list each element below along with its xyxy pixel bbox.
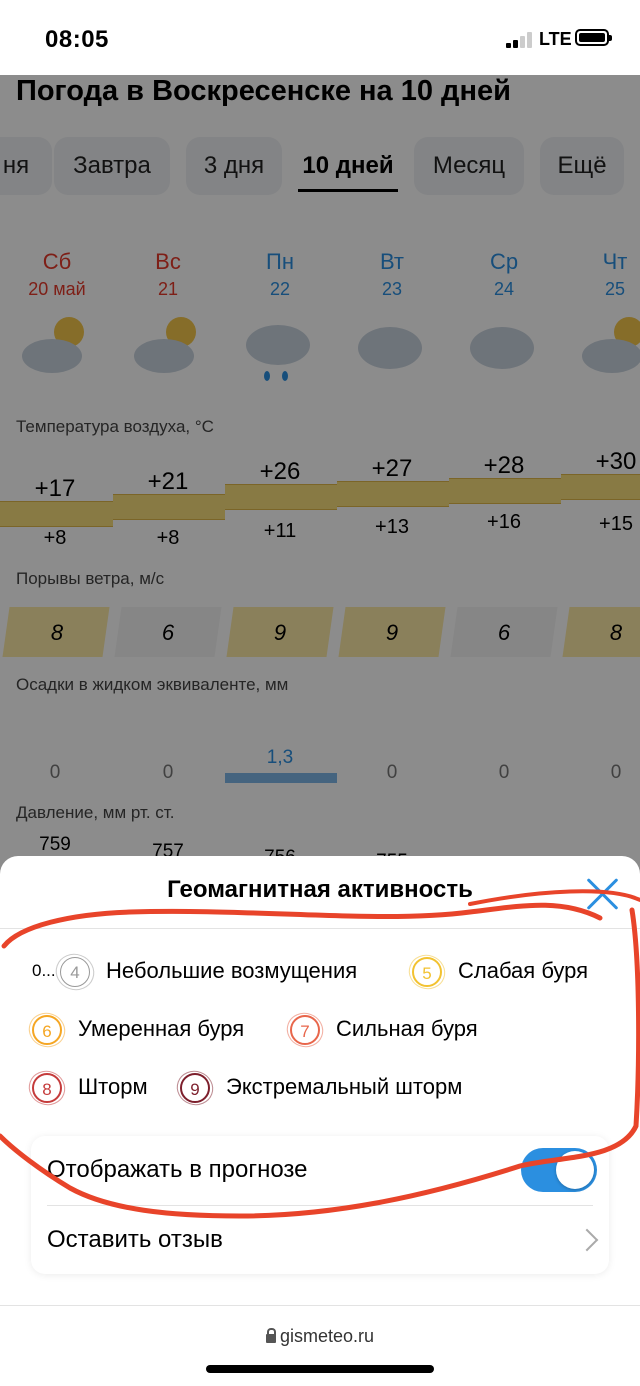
battery-icon (575, 29, 612, 46)
settings-card: Отображать в прогнозе Оставить отзыв (31, 1136, 609, 1274)
url-text: gismeteo.ru (279, 1326, 375, 1346)
sheet-title: Геомагнитная активность (167, 876, 473, 903)
home-indicator[interactable] (206, 1365, 434, 1373)
legend-prefix: 0... (32, 961, 56, 980)
status-time: 08:05 (45, 26, 109, 53)
legend-label: Слабая буря (458, 958, 589, 983)
show-in-forecast-label: Отображать в прогнозе (47, 1156, 308, 1183)
show-in-forecast-row[interactable]: Отображать в прогнозе (47, 1136, 597, 1204)
feedback-row[interactable]: Оставить отзыв (47, 1206, 599, 1274)
legend-label: Шторм (78, 1074, 148, 1099)
level-8-badge: 8 (32, 1073, 62, 1103)
level-6-badge: 6 (32, 1015, 62, 1045)
address-bar[interactable]: gismeteo.ru (0, 1326, 640, 1347)
status-bar: 08:05 LTE (0, 0, 640, 75)
legend-label: Сильная буря (336, 1016, 478, 1041)
chevron-right-icon (575, 1228, 599, 1252)
show-in-forecast-toggle[interactable] (521, 1148, 597, 1192)
level-9-badge: 9 (180, 1073, 210, 1103)
lock-icon (265, 1328, 276, 1343)
signal-icon (506, 32, 534, 48)
level-5-badge: 5 (412, 957, 442, 987)
modal-backdrop[interactable] (0, 75, 640, 886)
legend-label: Умеренная буря (78, 1016, 245, 1041)
close-icon[interactable] (585, 876, 621, 912)
divider (0, 1305, 640, 1306)
level-7-badge: 7 (290, 1015, 320, 1045)
divider (0, 928, 640, 929)
level-4-badge: 4 (60, 957, 90, 987)
feedback-label: Оставить отзыв (47, 1226, 223, 1253)
geomagnetic-sheet: Геомагнитная активность 0... 4 Небольшие… (0, 856, 640, 1386)
network-type: LTE (539, 29, 572, 49)
legend-label: Небольшие возмущения (106, 958, 358, 983)
legend-label: Экстремальный шторм (226, 1074, 463, 1099)
